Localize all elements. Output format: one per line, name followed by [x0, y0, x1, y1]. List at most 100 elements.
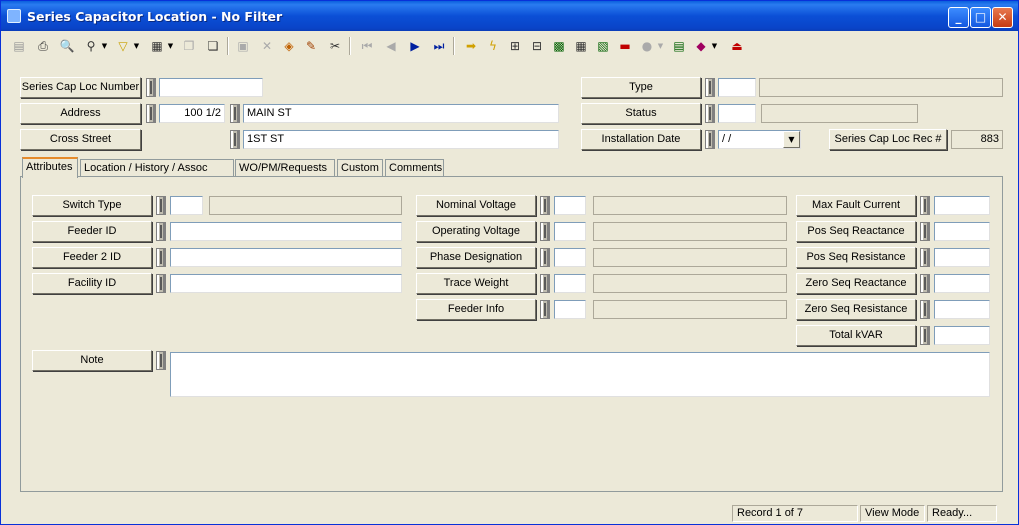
date-dropdown-icon[interactable]: ▼ — [783, 131, 800, 148]
switch-type-button[interactable]: Switch Type — [32, 195, 152, 216]
series-cap-loc-rec-button[interactable]: Series Cap Loc Rec # — [829, 129, 947, 150]
installation-date-indicator — [705, 130, 715, 149]
operating-voltage-code-field[interactable] — [554, 222, 586, 241]
first-record-icon[interactable]: ⏮ — [357, 36, 377, 56]
tab-comments[interactable]: Comments — [385, 159, 444, 177]
feeder-2-id-field[interactable] — [170, 248, 402, 267]
phase-designation-indicator — [540, 248, 550, 267]
facility-id-field[interactable] — [170, 274, 402, 293]
cross-street-button[interactable]: Cross Street — [20, 129, 141, 150]
close-button[interactable]: ✕ — [992, 7, 1013, 28]
cross-street-field[interactable]: 1ST ST — [243, 130, 559, 149]
status-code-field[interactable] — [718, 104, 756, 123]
total-kvar-field[interactable] — [934, 326, 990, 345]
series-cap-loc-number-button[interactable]: Series Cap Loc Number — [20, 77, 141, 98]
feeder-id-field[interactable] — [170, 222, 402, 241]
max-fault-current-button[interactable]: Max Fault Current — [796, 195, 916, 216]
search-dropdown-icon[interactable]: ▼ — [101, 36, 108, 56]
title-bar[interactable]: Series Capacitor Location - No Filter _ … — [1, 1, 1018, 31]
series-cap-loc-number-field[interactable] — [159, 78, 263, 97]
type-description-field — [759, 78, 1003, 97]
tab-custom[interactable]: Custom — [337, 159, 383, 177]
address-button[interactable]: Address — [20, 103, 141, 124]
zero-seq-resistance-field[interactable] — [934, 300, 990, 319]
total-kvar-button[interactable]: Total kVAR — [796, 325, 916, 346]
operating-voltage-button[interactable]: Operating Voltage — [416, 221, 536, 242]
facility-id-button[interactable]: Facility ID — [32, 273, 152, 294]
feeder-id-indicator — [156, 222, 166, 241]
print-icon[interactable]: ⎙ — [33, 36, 53, 56]
minimize-button[interactable]: _ — [948, 7, 969, 28]
report-icon[interactable]: ▦ — [147, 36, 167, 56]
book-icon[interactable]: ◆ — [691, 36, 711, 56]
map-icon[interactable]: ▩ — [549, 36, 569, 56]
phase-designation-code-field[interactable] — [554, 248, 586, 267]
feeder-2-id-button[interactable]: Feeder 2 ID — [32, 247, 152, 268]
maximize-button[interactable]: □ — [970, 7, 991, 28]
nominal-voltage-button[interactable]: Nominal Voltage — [416, 195, 536, 216]
last-record-icon[interactable]: ⏭ — [429, 36, 449, 56]
filter-icon[interactable]: ▽ — [113, 36, 133, 56]
filter-dropdown-icon[interactable]: ▼ — [133, 36, 140, 56]
search-icon[interactable]: ⚲ — [81, 36, 101, 56]
max-fault-current-field[interactable] — [934, 196, 990, 215]
type-code-field[interactable] — [718, 78, 756, 97]
nominal-voltage-indicator — [540, 196, 550, 215]
copy-record-icon[interactable]: ❐ — [179, 36, 199, 56]
address-number-field[interactable]: 100 1/2 — [159, 104, 225, 123]
exit-icon[interactable]: ⏏ — [727, 36, 747, 56]
truck-icon[interactable]: ▬ — [615, 36, 635, 56]
globe-dropdown-icon[interactable]: ▼ — [657, 36, 664, 56]
note-button[interactable]: Note — [32, 350, 152, 371]
calculator-icon[interactable]: ▦ — [571, 36, 591, 56]
note-textarea[interactable] — [170, 352, 990, 397]
address-street-field[interactable]: MAIN ST — [243, 104, 559, 123]
status-button[interactable]: Status — [581, 103, 701, 124]
address-street-indicator — [230, 104, 240, 123]
save-icon[interactable]: ▣ — [233, 36, 253, 56]
edit-icon[interactable]: ✎ — [301, 36, 321, 56]
globe-icon[interactable]: ● — [637, 36, 657, 56]
pos-seq-resistance-button[interactable]: Pos Seq Resistance — [796, 247, 916, 268]
tab-attributes[interactable]: Attributes — [22, 157, 78, 178]
next-record-icon[interactable]: ▶ — [405, 36, 425, 56]
layers-icon[interactable]: ◈ — [279, 36, 299, 56]
trace-weight-code-field[interactable] — [554, 274, 586, 293]
hierarchy-icon[interactable]: ⊟ — [527, 36, 547, 56]
goto-icon[interactable]: ➡ — [461, 36, 481, 56]
pos-seq-reactance-field[interactable] — [934, 222, 990, 241]
facility-id-indicator — [156, 274, 166, 293]
switch-type-code-field[interactable] — [170, 196, 203, 215]
pos-seq-resistance-field[interactable] — [934, 248, 990, 267]
main-window: Series Capacitor Location - No Filter _ … — [0, 0, 1019, 525]
feeder-info-button[interactable]: Feeder Info — [416, 299, 536, 320]
lightning-icon[interactable]: ϟ — [483, 36, 503, 56]
report-dropdown-icon[interactable]: ▼ — [167, 36, 174, 56]
cross-street-indicator — [230, 130, 240, 149]
tab-wo-pm-requests[interactable]: WO/PM/Requests — [235, 159, 335, 177]
spreadsheet-icon[interactable]: ▤ — [669, 36, 689, 56]
cut-icon[interactable]: ✂ — [325, 36, 345, 56]
nominal-voltage-code-field[interactable] — [554, 196, 586, 215]
zero-seq-resistance-button[interactable]: Zero Seq Resistance — [796, 299, 916, 320]
tree-icon[interactable]: ⊞ — [505, 36, 525, 56]
note-indicator — [156, 351, 166, 370]
trace-weight-button[interactable]: Trace Weight — [416, 273, 536, 294]
cancel-icon[interactable]: ✕ — [257, 36, 277, 56]
new-record-icon[interactable]: ▤ — [9, 36, 29, 56]
zero-seq-reactance-field[interactable] — [934, 274, 990, 293]
gis-icon[interactable]: ▧ — [593, 36, 613, 56]
print-preview-icon[interactable]: 🔍 — [57, 36, 77, 56]
type-button[interactable]: Type — [581, 77, 701, 98]
zero-seq-reactance-button[interactable]: Zero Seq Reactance — [796, 273, 916, 294]
installation-date-button[interactable]: Installation Date — [581, 129, 701, 150]
duplicate-icon[interactable]: ❏ — [203, 36, 223, 56]
phase-designation-button[interactable]: Phase Designation — [416, 247, 536, 268]
pos-seq-reactance-button[interactable]: Pos Seq Reactance — [796, 221, 916, 242]
feeder-info-code-field[interactable] — [554, 300, 586, 319]
book-dropdown-icon[interactable]: ▼ — [711, 36, 718, 56]
previous-record-icon[interactable]: ◀ — [381, 36, 401, 56]
tab-location-history-assoc[interactable]: Location / History / Assoc — [80, 159, 234, 177]
operating-voltage-description-field — [593, 222, 787, 241]
feeder-id-button[interactable]: Feeder ID — [32, 221, 152, 242]
